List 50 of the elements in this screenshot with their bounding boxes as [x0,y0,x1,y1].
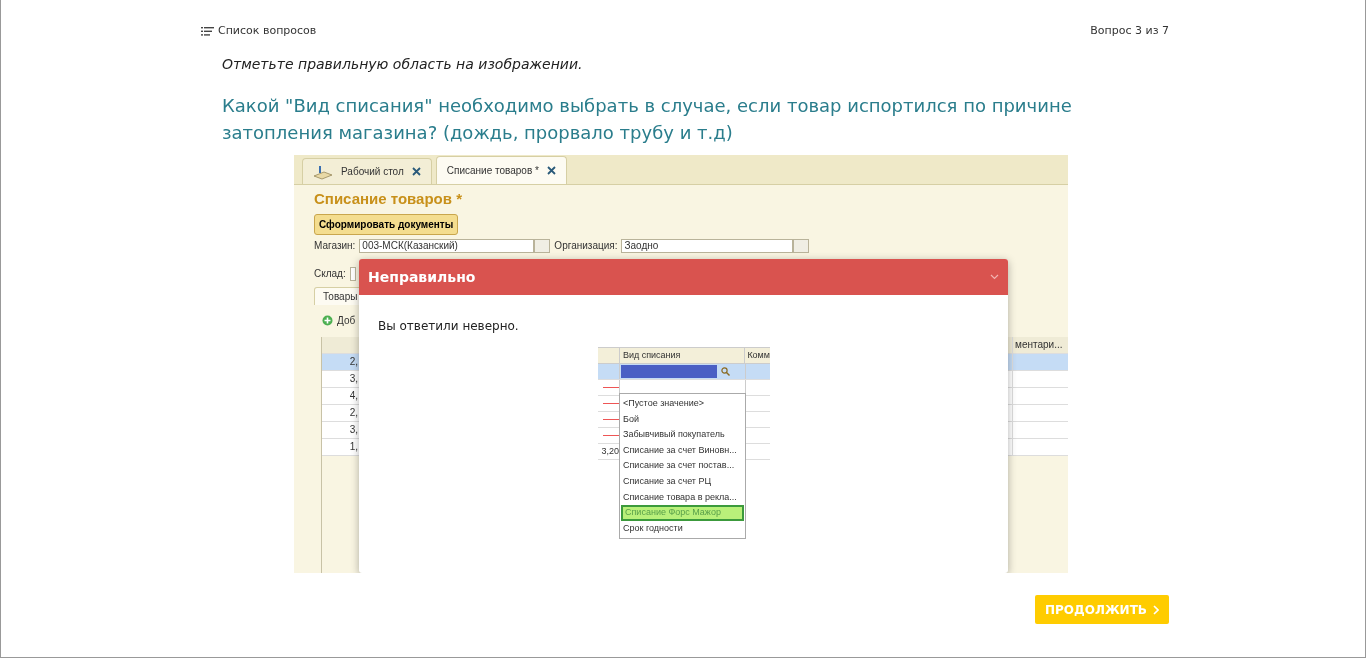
dropdown-option[interactable]: Списание за счет Виновн... [621,442,744,459]
dropdown-option[interactable]: Забывчивый покупатель [621,427,744,443]
dropdown-option[interactable]: Списание за счет РЦ [621,473,744,490]
error-underline [603,403,619,404]
text-field[interactable]: 003-МСК(Казанский) [359,238,535,253]
column-header: ментари... [1012,337,1068,353]
plus-circle-icon [322,314,333,326]
dialog-title: Неправильно [368,267,476,287]
table-cell-text: 4, [348,389,359,403]
dropdown-option[interactable]: Списание за счет постав... [621,458,744,474]
instruction-text: Отметьте правильную область на изображении. [222,55,584,74]
column-header: Комм [746,349,770,362]
lookup-button[interactable] [793,238,810,253]
add-button[interactable]: Доб [337,312,356,328]
create-documents-button[interactable]: Сформировать документы [314,213,459,235]
document-title: Списание товаров * [314,189,463,209]
chevron-right-icon [1153,604,1159,615]
error-underline [603,419,619,420]
dropdown-option[interactable]: <Пустое значение> [621,396,744,412]
document-tab[interactable]: Списание товаров * [435,156,567,184]
search-icon[interactable] [721,367,730,376]
result-message: Вы ответили неверно. [378,318,520,335]
question-list-link[interactable]: Список вопросов [201,22,317,40]
list-icon [201,26,214,36]
close-icon[interactable] [411,167,421,176]
document-tab[interactable]: Рабочий стол [302,158,432,184]
lookup-button[interactable] [534,238,551,253]
field-label: Магазин: [314,239,356,253]
field-label: Склад: [314,267,346,281]
column-header: Вид списания [619,348,746,363]
table-cell-text: 2, [348,355,359,369]
table-cell-text: 1, [348,440,359,454]
close-icon[interactable] [546,166,556,175]
error-underline [603,435,619,436]
dropdown-option[interactable]: Бой [621,411,744,428]
table-cell-text: 3, [348,372,359,386]
dropdown-option[interactable]: Срок годности [621,520,744,537]
text-field[interactable]: Заодно [621,238,794,253]
desk-icon [313,163,333,180]
dropdown-option[interactable]: Списание товара в рекла... [621,489,744,506]
table-cell-text: 2, [348,406,359,420]
text-field[interactable] [349,266,356,281]
question-counter: Вопрос 3 из 7 [1090,22,1169,39]
table-cell-text: 3,20 [601,444,619,458]
text-field[interactable] [621,365,717,378]
field-label: Организация: [554,239,618,253]
table-cell-text: 3, [348,423,359,437]
chevron-down-icon[interactable] [990,274,999,280]
question-text: Какой "Вид списания" необходимо выбрать в случае, если товар испортился по причине затопления магазина? (дождь, прорвало трубу и т.д) [222,94,1073,145]
error-underline [603,387,619,388]
